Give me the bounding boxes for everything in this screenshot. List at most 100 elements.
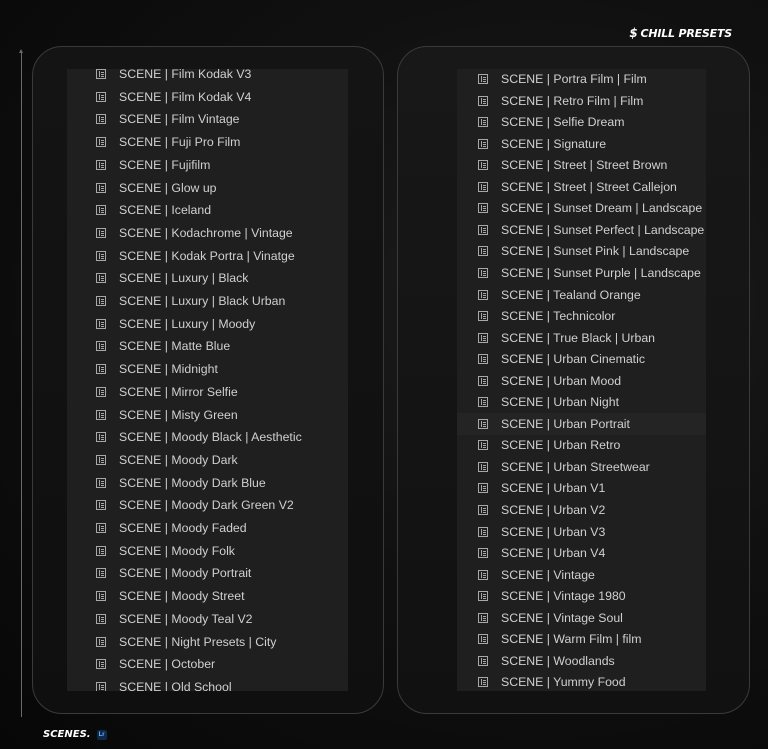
preset-label: SCENE | Urban Streetwear bbox=[501, 459, 650, 474]
preset-item[interactable]: SCENE | Woodlands bbox=[457, 650, 706, 672]
preset-icon bbox=[478, 548, 488, 559]
preset-icon bbox=[96, 681, 106, 691]
preset-item[interactable]: SCENE | Sunset Purple | Landscape bbox=[457, 262, 706, 284]
preset-item[interactable]: SCENE | Sunset Perfect | Landscape bbox=[457, 219, 706, 241]
preset-item[interactable]: SCENE | Misty Green bbox=[67, 404, 348, 426]
preset-item[interactable]: SCENE | Vintage bbox=[457, 564, 706, 586]
preset-icon bbox=[478, 397, 488, 408]
preset-item[interactable]: SCENE | Tealand Orange bbox=[457, 284, 706, 306]
preset-item[interactable]: SCENE | Glow up bbox=[67, 177, 348, 199]
preset-item[interactable]: SCENE | Luxury | Black Urban bbox=[67, 290, 348, 312]
preset-item[interactable]: SCENE | True Black | Urban bbox=[457, 327, 706, 349]
preset-label: SCENE | Film Kodak V4 bbox=[119, 89, 252, 104]
preset-item[interactable]: SCENE | Moody Dark Blue bbox=[67, 472, 348, 494]
preset-item[interactable]: SCENE | Film Kodak V3 bbox=[67, 69, 348, 85]
preset-item[interactable]: SCENE | Urban V2 bbox=[457, 499, 706, 521]
preset-icon bbox=[96, 364, 106, 375]
preset-item[interactable]: SCENE | Moody Portrait bbox=[67, 562, 348, 584]
preset-item[interactable]: SCENE | Moody Folk bbox=[67, 540, 348, 562]
preset-item[interactable]: SCENE | Urban Mood bbox=[457, 370, 706, 392]
preset-icon bbox=[96, 205, 106, 216]
preset-item[interactable]: SCENE | Signature bbox=[457, 133, 706, 155]
preset-item[interactable]: SCENE | Vintage 1980 bbox=[457, 585, 706, 607]
preset-label: SCENE | Sunset Pink | Landscape bbox=[501, 244, 690, 259]
preset-label: SCENE | Street | Street Brown bbox=[501, 158, 668, 173]
preset-item[interactable]: SCENE | Moody Teal V2 bbox=[67, 608, 348, 630]
preset-item[interactable]: SCENE | Iceland bbox=[67, 199, 348, 221]
preset-item[interactable]: SCENE | Urban Retro bbox=[457, 434, 706, 456]
preset-icon bbox=[96, 341, 106, 352]
preset-item[interactable]: SCENE | Moody Dark Green V2 bbox=[67, 494, 348, 516]
preset-label: SCENE | Fuji Pro Film bbox=[119, 135, 241, 150]
preset-icon bbox=[96, 523, 106, 533]
preset-item[interactable]: SCENE | Urban V4 bbox=[457, 542, 706, 564]
preset-item[interactable]: SCENE | Night Presets | City bbox=[67, 631, 348, 653]
preset-item[interactable]: SCENE | Moody Dark bbox=[67, 449, 348, 471]
preset-item[interactable]: SCENE | Film Kodak V4 bbox=[67, 86, 348, 108]
preset-label: SCENE | Portra Film | Film bbox=[501, 72, 647, 86]
preset-icon bbox=[478, 181, 488, 192]
preset-item[interactable]: SCENE | Retro Film | Film bbox=[457, 90, 706, 112]
lightroom-icon: Lr bbox=[96, 729, 107, 740]
preset-item[interactable]: SCENE | Matte Blue bbox=[67, 335, 348, 357]
preset-item[interactable]: SCENE | Yummy Food bbox=[457, 671, 706, 691]
preset-item[interactable]: SCENE | Urban Night bbox=[457, 391, 706, 413]
preset-label: SCENE | Urban V2 bbox=[501, 503, 606, 517]
preset-icon bbox=[478, 224, 488, 235]
right-preset-list: SCENE | Portra Film | Film SCENE | Retro … bbox=[457, 69, 706, 691]
preset-item[interactable]: SCENE | Urban V1 bbox=[457, 477, 706, 499]
footer: SCENES. Lr bbox=[43, 729, 107, 740]
preset-item[interactable]: SCENE | Luxury | Black bbox=[67, 267, 348, 289]
preset-label: SCENE | Sunset Perfect | Landscape bbox=[501, 222, 705, 237]
preset-item[interactable]: SCENE | Fujifilm bbox=[67, 154, 348, 176]
preset-item[interactable]: SCENE | Mirror Selfie bbox=[67, 381, 348, 403]
preset-item[interactable]: SCENE | Sunset Pink | Landscape bbox=[457, 240, 706, 262]
preset-icon bbox=[96, 659, 106, 670]
preset-item[interactable]: SCENE | Urban V3 bbox=[457, 521, 706, 543]
preset-item[interactable]: SCENE | Film Vintage bbox=[67, 108, 348, 130]
preset-item[interactable]: SCENE | Urban Streetwear bbox=[457, 456, 706, 478]
preset-label: SCENE | Moody Black | Aesthetic bbox=[119, 430, 302, 445]
preset-label: SCENE | Fujifilm bbox=[119, 157, 211, 172]
preset-item[interactable]: SCENE | Street | Street Brown bbox=[457, 154, 706, 176]
preset-item[interactable]: SCENE | Urban Cinematic bbox=[457, 348, 706, 370]
preset-item[interactable]: SCENE | Sunset Dream | Landscape bbox=[457, 197, 706, 219]
preset-icon bbox=[478, 375, 488, 386]
preset-label: SCENE | Urban Portrait bbox=[501, 416, 630, 431]
preset-icon bbox=[96, 159, 106, 170]
preset-label: SCENE | Urban V1 bbox=[501, 481, 606, 496]
lightning-s-icon: $ bbox=[629, 26, 638, 40]
preset-item[interactable]: SCENE | Portra Film | Film bbox=[457, 69, 706, 90]
preset-icon bbox=[478, 354, 488, 365]
preset-item[interactable]: SCENE | Warm Film | film bbox=[457, 628, 706, 650]
preset-icon bbox=[478, 203, 488, 214]
preset-item[interactable]: SCENE | Vintage Soul bbox=[457, 607, 706, 629]
preset-icon bbox=[96, 273, 106, 284]
preset-item[interactable]: SCENE | Street | Street Callejon bbox=[457, 176, 706, 198]
preset-icon bbox=[96, 409, 106, 420]
preset-label: SCENE | Iceland bbox=[119, 203, 212, 218]
preset-label: SCENE | Moody Dark Blue bbox=[119, 475, 266, 490]
preset-label: SCENE | Film Kodak V3 bbox=[119, 69, 252, 81]
preset-item[interactable]: SCENE | October bbox=[67, 653, 348, 675]
preset-item[interactable]: SCENE | Moody Faded bbox=[67, 517, 348, 539]
preset-item[interactable]: SCENE | Moody Street bbox=[67, 585, 348, 607]
preset-label: SCENE | Vintage 1980 bbox=[501, 589, 626, 604]
preset-label: SCENE | Moody Portrait bbox=[119, 566, 252, 581]
preset-item[interactable]: SCENE | Technicolor bbox=[457, 305, 706, 327]
preset-label: SCENE | Urban Retro bbox=[501, 438, 621, 453]
preset-item[interactable]: SCENE | Moody Black | Aesthetic bbox=[67, 426, 348, 448]
preset-icon bbox=[478, 591, 488, 602]
preset-item[interactable]: SCENE | Old School bbox=[67, 676, 348, 691]
preset-item[interactable]: SCENE | Kodachrome | Vintage bbox=[67, 222, 348, 244]
preset-label: SCENE | Night Presets | City bbox=[119, 634, 277, 649]
brand-logo: $ CHILL PRESETS bbox=[629, 26, 732, 40]
preset-item[interactable]: SCENE | Kodak Portra | Vinatge bbox=[67, 245, 348, 267]
preset-item[interactable]: SCENE | Urban Portrait bbox=[457, 412, 706, 435]
preset-label: SCENE | Moody Street bbox=[119, 589, 245, 604]
preset-item[interactable]: SCENE | Midnight bbox=[67, 358, 348, 380]
preset-item[interactable]: SCENE | Fuji Pro Film bbox=[67, 131, 348, 153]
preset-item[interactable]: SCENE | Selfie Dream bbox=[457, 111, 706, 133]
preset-item[interactable]: SCENE | Luxury | Moody bbox=[67, 313, 348, 335]
preset-label: SCENE | Matte Blue bbox=[119, 339, 231, 354]
